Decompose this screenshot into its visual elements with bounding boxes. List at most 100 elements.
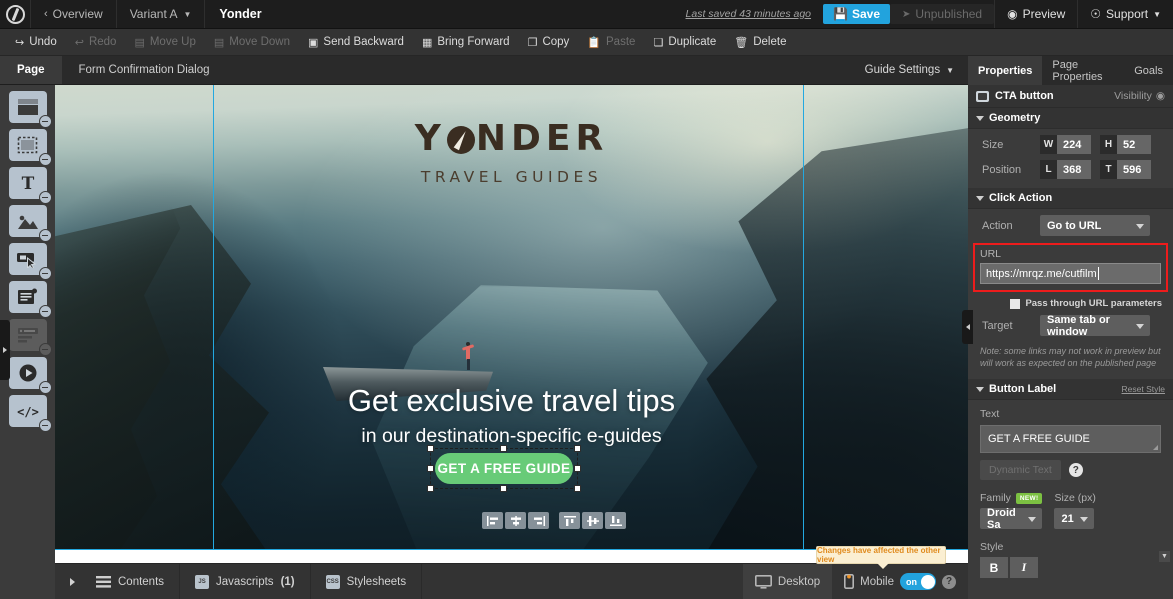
- variant-selector[interactable]: Variant A ▼: [117, 0, 206, 28]
- bold-button[interactable]: B: [980, 557, 1008, 579]
- bring-forward-button[interactable]: ▦ Bring Forward: [413, 29, 519, 55]
- pass-through-checkbox[interactable]: [1010, 298, 1021, 309]
- font-size-select[interactable]: 21: [1054, 508, 1095, 530]
- properties-tabstrip: Properties Page Properties Goals: [968, 56, 1173, 85]
- send-backward-button[interactable]: ▣ Send Backward: [299, 29, 413, 55]
- text-tool[interactable]: T: [8, 167, 52, 204]
- javascripts-count: (1): [280, 575, 295, 588]
- dynamic-text-button: Dynamic Text: [980, 460, 1061, 481]
- selected-element-row: CTA button Visibility ◉: [968, 85, 1173, 108]
- reset-style-link[interactable]: Reset Style: [1122, 384, 1165, 394]
- dynamic-text-help-icon[interactable]: ?: [1068, 463, 1083, 478]
- toggle-state-label: on: [906, 576, 917, 587]
- link-preview-note: Note: some links may not work in preview…: [980, 346, 1161, 369]
- hero-headline[interactable]: Get exclusive travel tips: [55, 383, 968, 419]
- mobile-label: Mobile: [860, 575, 894, 588]
- copy-icon: ❐: [527, 36, 538, 49]
- javascripts-button[interactable]: JS Javascripts (1): [180, 564, 311, 599]
- geometry-section-header[interactable]: Geometry: [968, 108, 1173, 129]
- svg-text:</>: </>: [17, 405, 39, 419]
- tab-properties[interactable]: Properties: [968, 56, 1043, 85]
- video-tool[interactable]: [8, 357, 52, 394]
- canvas-tabstrip: Page Form Confirmation Dialog Guide Sett…: [0, 56, 968, 85]
- tab-page-properties[interactable]: Page Properties: [1042, 56, 1124, 85]
- tab-page[interactable]: Page: [0, 56, 62, 84]
- copy-button[interactable]: ❐ Copy: [519, 29, 579, 55]
- tab-form-confirmation-dialog[interactable]: Form Confirmation Dialog: [62, 56, 227, 84]
- button-text-input[interactable]: GET A FREE GUIDE: [980, 425, 1161, 454]
- left-field[interactable]: L 368: [1040, 160, 1091, 179]
- stylesheets-button[interactable]: CSS Stylesheets: [311, 564, 423, 599]
- form-tool-badge: [38, 305, 52, 318]
- properties-panel-collapse-handle[interactable]: [962, 310, 973, 344]
- contents-button[interactable]: Contents: [81, 564, 181, 599]
- align-bottom-icon[interactable]: [605, 512, 626, 529]
- canvas-scroll-down-button[interactable]: ▼: [1159, 551, 1170, 562]
- form-tool[interactable]: [8, 281, 52, 318]
- image-tool[interactable]: [8, 205, 52, 242]
- size-row: Size W 224 H 52: [968, 129, 1173, 154]
- overview-back-button[interactable]: ‹ Overview: [30, 0, 117, 28]
- italic-button[interactable]: I: [1010, 557, 1038, 579]
- save-button[interactable]: 💾 Save: [823, 4, 890, 24]
- mobile-toggle-switch[interactable]: on: [900, 573, 936, 590]
- url-input[interactable]: https://mrqz.me/cutfilm: [980, 263, 1161, 284]
- section-tool[interactable]: [8, 91, 52, 128]
- tab-goals[interactable]: Goals: [1124, 56, 1173, 85]
- align-center-icon[interactable]: [505, 512, 526, 529]
- action-select[interactable]: Go to URL: [1040, 215, 1150, 236]
- contents-expand-button[interactable]: [55, 564, 81, 599]
- app-header: ‹ Overview Variant A ▼ Yonder Last saved…: [0, 0, 1173, 29]
- font-family-select[interactable]: Droid Sa: [980, 507, 1042, 531]
- delete-button[interactable]: 🗑 Delete: [725, 29, 795, 55]
- button-tool[interactable]: [8, 243, 52, 280]
- duplicate-button[interactable]: ❏ Duplicate: [644, 29, 725, 55]
- mobile-view-button[interactable]: Mobile on ?: [832, 564, 968, 599]
- target-select[interactable]: Same tab or window: [1040, 314, 1150, 338]
- duplicate-icon: ❏: [653, 36, 664, 49]
- top-value: 596: [1117, 160, 1151, 179]
- resize-handle-s[interactable]: [500, 485, 507, 492]
- click-action-section-header[interactable]: Click Action: [968, 188, 1173, 209]
- resize-handle-se[interactable]: [574, 485, 581, 492]
- resize-handle-ne[interactable]: [574, 445, 581, 452]
- page-canvas[interactable]: Y NDER TRAVEL GUIDES Get exclusive travel…: [55, 85, 968, 563]
- svg-text:T: T: [21, 174, 34, 192]
- code-tool[interactable]: </>: [8, 395, 52, 432]
- align-right-icon[interactable]: [528, 512, 549, 529]
- preview-button[interactable]: ◉ Preview: [994, 0, 1077, 28]
- top-field[interactable]: T 596: [1100, 160, 1151, 179]
- move-up-label: Move Up: [149, 36, 196, 48]
- visibility-toggle[interactable]: Visibility ◉: [1114, 90, 1165, 102]
- align-middle-icon[interactable]: [582, 512, 603, 529]
- unbounce-logo-icon[interactable]: [0, 0, 30, 28]
- resize-handle-n[interactable]: [500, 445, 507, 452]
- paste-label: Paste: [606, 36, 636, 48]
- image-tool-badge: [38, 229, 52, 242]
- align-top-icon[interactable]: [559, 512, 580, 529]
- last-saved-label[interactable]: Last saved 43 minutes ago: [674, 0, 824, 28]
- hero-subheadline[interactable]: in our destination-specific e-guides: [55, 425, 968, 448]
- compass-icon: [446, 126, 475, 154]
- width-field[interactable]: W 224: [1040, 135, 1091, 154]
- delete-label: Delete: [753, 36, 787, 48]
- resize-handle-e[interactable]: [574, 465, 581, 472]
- guide-settings-label: Guide Settings: [864, 64, 941, 76]
- desktop-view-button[interactable]: Desktop: [742, 564, 833, 599]
- box-tool[interactable]: [8, 129, 52, 166]
- chevron-down-icon: [976, 386, 984, 392]
- undo-button[interactable]: ↪ Undo: [6, 29, 66, 55]
- guide-settings-button[interactable]: Guide Settings ▼: [851, 56, 968, 84]
- height-field[interactable]: H 52: [1100, 135, 1151, 154]
- resize-handle-sw[interactable]: [427, 485, 434, 492]
- tool-rail-collapse-handle[interactable]: [0, 320, 10, 380]
- action-row: Action Go to URL: [968, 209, 1173, 236]
- mobile-help-icon[interactable]: ?: [942, 574, 956, 589]
- chevron-down-icon: ▼: [946, 65, 954, 75]
- button-label-section-header[interactable]: Button Label Reset Style: [968, 379, 1173, 401]
- resize-handle-nw[interactable]: [427, 445, 434, 452]
- support-button[interactable]: ☉ Support ▼: [1077, 0, 1173, 28]
- resize-handle-w[interactable]: [427, 465, 434, 472]
- pass-through-row[interactable]: Pass through URL parameters: [968, 292, 1173, 309]
- align-left-icon[interactable]: [482, 512, 503, 529]
